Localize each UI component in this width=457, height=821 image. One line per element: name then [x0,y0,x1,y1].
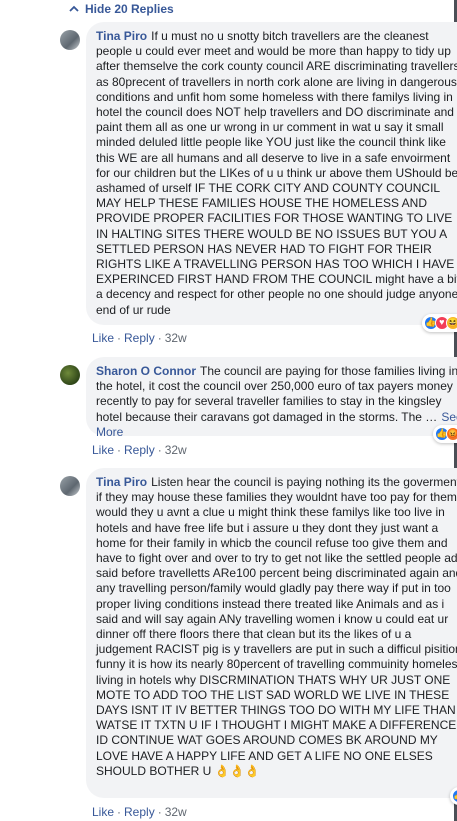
comment-bubble: Sharon O Connor The council are paying fo… [86,357,457,443]
comment-author[interactable]: Tina Piro [96,475,147,489]
avatar[interactable] [60,476,80,496]
like-button[interactable]: Like [92,331,114,345]
comment-author[interactable]: Sharon O Connor [96,364,196,378]
like-button[interactable]: Like [92,805,114,819]
comment-timestamp[interactable]: 32w [165,331,187,345]
reply-button[interactable]: Reply [124,331,155,345]
hide-replies-link[interactable]: Hide 20 Replies [69,2,174,16]
reaction-summary[interactable]: 👍 ♥ 😆 16 [421,314,457,332]
comment: Tina Piro If u must no u snotty bitch tra… [60,22,457,345]
haha-reaction-icon: 😆 [445,316,457,330]
comment-timestamp[interactable]: 32w [165,443,187,457]
comment-actions: Like · Reply · 32w [92,443,187,457]
comment: Sharon O Connor The council are paying fo… [60,357,457,457]
like-reaction-icon: 👍 [451,789,457,803]
comment-bubble: Tina Piro If u must no u snotty bitch tra… [86,22,457,332]
reply-button[interactable]: Reply [124,443,155,457]
reply-button[interactable]: Reply [124,805,155,819]
avatar[interactable] [60,365,80,385]
angry-reaction-icon: 😡 [445,427,457,441]
comment-author[interactable]: Tina Piro [96,29,147,43]
comment-text: Listen hear the council is paying nothin… [96,475,457,778]
comment: Tina Piro Listen hear the council is payi… [60,468,457,819]
comment-text: If u must no u snotty bitch travellers a… [96,29,457,317]
comment-timestamp[interactable]: 32w [165,805,187,819]
avatar[interactable] [60,30,80,50]
hide-replies-label: Hide 20 Replies [85,2,174,16]
comment-actions: Like · Reply · 32w [92,331,187,345]
comment-bubble: Tina Piro Listen hear the council is payi… [86,468,457,805]
reaction-summary[interactable]: 👍 😡 43 [432,425,457,443]
chevron-up-icon [69,5,79,12]
reaction-summary[interactable]: 👍 3 [449,787,457,805]
like-button[interactable]: Like [92,443,114,457]
comment-actions: Like · Reply · 32w [92,805,187,819]
